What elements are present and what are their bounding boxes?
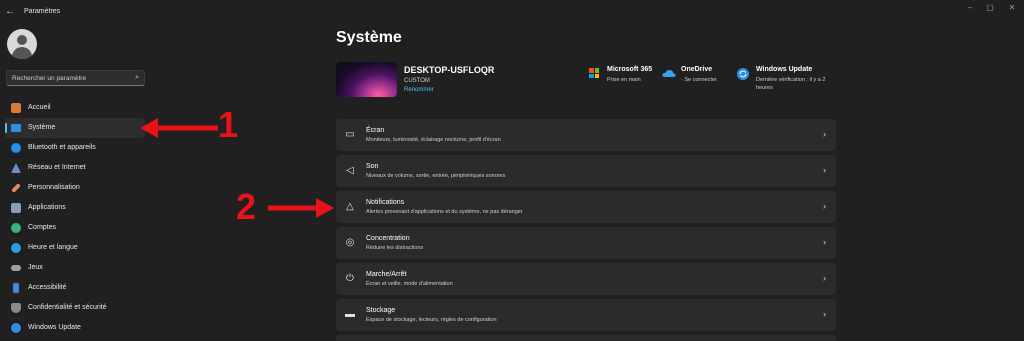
sidebar-item-label: Réseau et Internet	[28, 164, 86, 171]
apps-icon	[11, 203, 21, 213]
sidebar-item-reseau[interactable]: Réseau et Internet	[5, 158, 145, 178]
card-subtitle: Niveaux de volume, sortie, entrée, périp…	[366, 173, 506, 179]
settings-card-partial	[336, 335, 836, 341]
shield-icon	[11, 303, 21, 313]
card-title: Écran	[366, 127, 385, 134]
page-title: Système	[336, 29, 402, 46]
sidebar-item-label: Accessibilité	[28, 284, 67, 291]
sidebar-item-systeme[interactable]: Système	[5, 118, 145, 138]
accessibility-icon	[13, 283, 19, 293]
minimize-button[interactable]: –	[964, 3, 976, 12]
update-icon	[11, 323, 21, 333]
network-icon	[11, 163, 21, 173]
settings-card-son[interactable]: ◁ Son Niveaux de volume, sortie, entrée,…	[336, 155, 836, 187]
globe-icon	[11, 243, 21, 253]
sidebar-item-label: Personnalisation	[28, 184, 80, 191]
search-icon[interactable]: ⌕	[135, 74, 139, 82]
close-button[interactable]: ✕	[1006, 3, 1018, 12]
sidebar-item-label: Windows Update	[28, 324, 81, 331]
sidebar-item-label: Jeux	[28, 264, 43, 271]
sidebar-item-confidentialite[interactable]: Confidentialité et sécurité	[5, 298, 145, 318]
sidebar-item-label: Accueil	[28, 104, 51, 111]
card-title: Son	[366, 163, 379, 170]
sidebar-item-accessibilite[interactable]: Accessibilité	[5, 278, 145, 298]
avatar[interactable]	[7, 29, 37, 59]
gamepad-icon	[11, 265, 21, 271]
annotation-number-1: 1	[218, 104, 239, 145]
card-title: Concentration	[366, 235, 410, 242]
brush-icon	[11, 183, 21, 193]
card-title: Stockage	[366, 307, 396, 314]
service-subtitle: Prise en main	[607, 77, 641, 83]
settings-card-ecran[interactable]: ▭ Écran Moniteurs, luminosité, éclairage…	[336, 119, 836, 151]
service-subtitle: Dernière vérification : il y a 2 heures	[756, 77, 826, 91]
sidebar-item-label: Bluetooth et appareils	[28, 144, 96, 151]
home-icon	[11, 103, 21, 113]
accounts-icon	[11, 223, 21, 233]
sidebar-item-comptes[interactable]: Comptes	[5, 218, 145, 238]
annotation-arrow-2	[268, 198, 334, 218]
sidebar-item-heure-langue[interactable]: Heure et langue	[5, 238, 145, 258]
sidebar-item-jeux[interactable]: Jeux	[5, 258, 145, 278]
search-box[interactable]: ⌕	[6, 70, 145, 86]
window-title: Paramètres	[24, 8, 61, 15]
card-title: Marche/Arrêt	[366, 271, 407, 278]
settings-card-notifications[interactable]: △ Notifications Alertes provenant d'appl…	[336, 191, 836, 223]
service-title: Windows Update	[756, 66, 813, 73]
sidebar-item-bluetooth[interactable]: Bluetooth et appareils	[5, 138, 145, 158]
device-wallpaper-thumbnail	[336, 62, 397, 97]
device-name: DESKTOP-USFLOQR	[404, 65, 495, 75]
chevron-right-icon: ›	[823, 201, 826, 211]
speaker-icon: ◁	[346, 165, 354, 176]
maximize-button[interactable]: ▢	[984, 3, 996, 12]
bell-icon: △	[346, 201, 354, 212]
sidebar-item-label: Confidentialité et sécurité	[28, 304, 107, 311]
settings-card-marche-arret[interactable]: ⏻ Marche/Arrêt Écran et veille, mode d'a…	[336, 263, 836, 295]
rename-link[interactable]: Renommer	[404, 87, 434, 93]
card-subtitle: Moniteurs, luminosité, éclairage nocturn…	[366, 137, 501, 143]
search-input[interactable]	[12, 73, 124, 84]
sidebar-item-personnalisation[interactable]: Personnalisation	[5, 178, 145, 198]
card-subtitle: Espace de stockage, lecteurs, règles de …	[366, 317, 497, 323]
storage-icon: ▬	[345, 309, 355, 320]
chevron-right-icon: ›	[823, 129, 826, 139]
title-bar: ← Paramètres – ▢ ✕	[0, 0, 1024, 26]
sidebar-item-label: Comptes	[28, 224, 57, 231]
avatar-head	[17, 35, 27, 45]
chevron-right-icon: ›	[823, 237, 826, 247]
focus-icon: ◎	[345, 237, 355, 248]
settings-card-stockage[interactable]: ▬ Stockage Espace de stockage, lecteurs,…	[336, 299, 836, 331]
service-subtitle: · Se connecter	[681, 77, 717, 83]
sidebar-item-accueil[interactable]: Accueil	[5, 98, 145, 118]
annotation-number-2: 2	[236, 186, 257, 227]
back-arrow-icon[interactable]: ←	[5, 6, 15, 17]
service-title: Microsoft 365	[607, 66, 653, 73]
service-title: OneDrive	[681, 66, 713, 73]
sidebar-item-applications[interactable]: Applications	[5, 198, 145, 218]
update-icon	[737, 68, 749, 80]
microsoft-logo-icon	[589, 68, 599, 78]
sidebar-item-label: Heure et langue	[28, 244, 78, 251]
card-subtitle: Réduire les distractions	[366, 245, 424, 251]
display-icon: ▭	[345, 129, 355, 140]
device-model: CUSTOM	[404, 78, 430, 84]
power-icon: ⏻	[346, 273, 354, 284]
card-title: Notifications	[366, 199, 405, 206]
sidebar-item-windows-update[interactable]: Windows Update	[5, 318, 145, 338]
chevron-right-icon: ›	[823, 273, 826, 283]
sidebar-nav: Accueil Système Bluetooth et appareils R…	[5, 98, 145, 338]
settings-card-concentration[interactable]: ◎ Concentration Réduire les distractions…	[336, 227, 836, 259]
sidebar-item-label: Applications	[28, 204, 66, 211]
onedrive-icon	[662, 70, 676, 77]
annotation-arrow-1	[140, 118, 218, 138]
avatar-shoulders	[12, 47, 32, 59]
card-subtitle: Alertes provenant d'applications et du s…	[366, 209, 523, 215]
bluetooth-icon	[11, 143, 21, 153]
system-icon	[11, 124, 21, 132]
sidebar-item-label: Système	[28, 124, 56, 131]
chevron-right-icon: ›	[823, 165, 826, 175]
chevron-right-icon: ›	[823, 309, 826, 319]
card-subtitle: Écran et veille, mode d'alimentation	[366, 281, 453, 287]
